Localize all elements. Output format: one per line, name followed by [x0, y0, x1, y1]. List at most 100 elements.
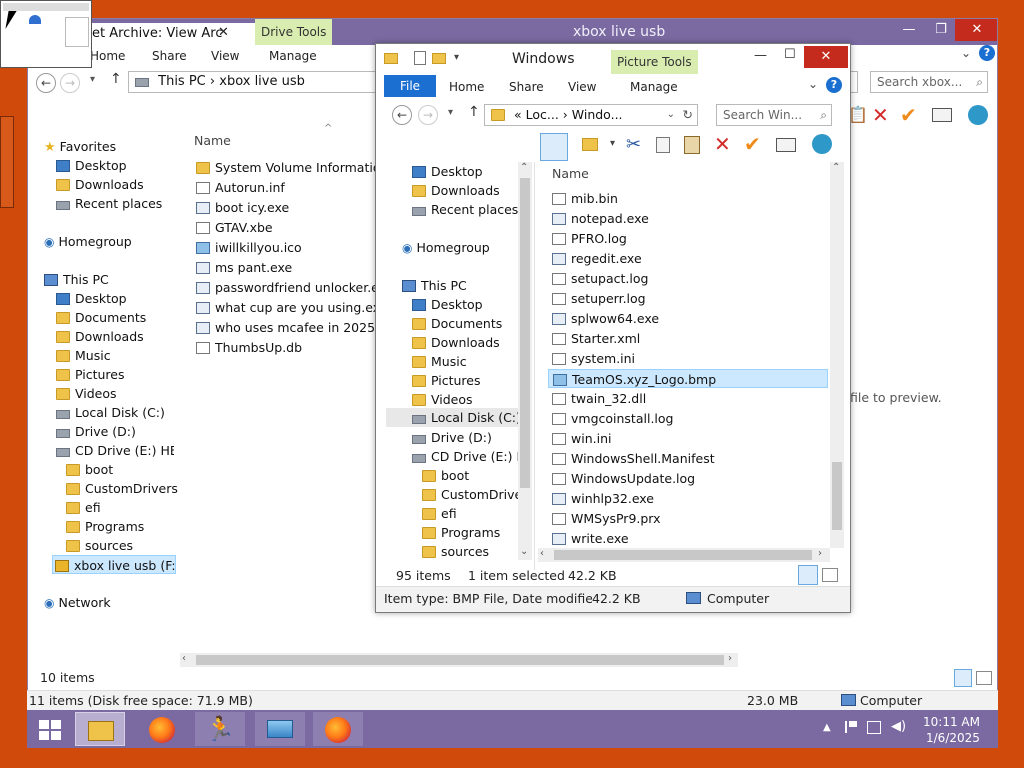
scroll-thumb[interactable] — [832, 462, 842, 530]
ribbon-tab-view[interactable]: View — [211, 45, 239, 67]
taskbar-thumbnail-preview[interactable] — [0, 0, 92, 68]
nav-pc-documents[interactable]: Documents — [412, 314, 502, 333]
list-item[interactable]: what cup are you using.exe — [196, 298, 382, 317]
cut-icon[interactable]: ✂ — [626, 134, 641, 155]
nav-pc-pictures[interactable]: Pictures — [412, 371, 481, 390]
nav-pc-desktop[interactable]: Desktop — [56, 289, 127, 308]
nav-homegroup[interactable]: ◉ Homegroup — [44, 232, 132, 251]
minimize-button[interactable]: — — [754, 48, 767, 63]
nav-cd-boot[interactable]: boot — [66, 460, 113, 479]
horizontal-scrollbar[interactable]: ‹ › — [180, 653, 738, 667]
nav-cd-boot[interactable]: boot — [422, 466, 469, 485]
list-item[interactable]: ThumbsUp.db — [196, 338, 382, 357]
forward-button[interactable]: → — [60, 73, 80, 93]
scroll-right-icon[interactable]: › — [728, 653, 732, 664]
copy-icon[interactable] — [656, 137, 670, 153]
list-item[interactable]: Starter.xml — [548, 329, 832, 348]
breadcrumb-local[interactable]: « Loc... — [514, 107, 559, 122]
nav-cd-sources[interactable]: sources — [422, 542, 489, 561]
taskbar-firefox-2[interactable] — [313, 712, 363, 746]
minimize-button[interactable]: — — [893, 19, 925, 41]
nav-cd-customdrivers[interactable]: CustomDrivers — [66, 479, 178, 498]
qat-newfolder-icon[interactable] — [432, 53, 446, 64]
list-item[interactable]: mib.bin — [548, 189, 832, 208]
back-button[interactable]: ← — [36, 73, 56, 93]
clock-date[interactable]: 1/6/2025 — [926, 731, 980, 745]
nav-cd-programs[interactable]: Programs — [66, 517, 144, 536]
file-vertical-scrollbar[interactable]: ⌃ — [830, 162, 844, 548]
picture-tools-label[interactable]: Picture Tools — [611, 50, 698, 74]
nav-pc-videos[interactable]: Videos — [412, 390, 473, 409]
delete-icon[interactable]: ✕ — [714, 132, 731, 156]
drive-tools-label[interactable]: Drive Tools — [255, 19, 333, 45]
maximize-button[interactable]: ☐ — [784, 47, 796, 62]
scroll-left-icon[interactable]: ‹ — [182, 653, 186, 664]
up-button[interactable]: ↑ — [110, 71, 122, 87]
nav-pc-documents[interactable]: Documents — [56, 308, 146, 327]
list-item[interactable]: win.ini — [548, 429, 832, 448]
taskbar-aim[interactable]: 🏃 — [195, 712, 245, 746]
scroll-thumb[interactable] — [196, 655, 724, 665]
ribbon-tab-home[interactable]: Home — [449, 76, 484, 98]
nav-pc-local-disk[interactable]: Local Disk (C:) — [386, 408, 521, 427]
nav-this-pc[interactable]: This PC — [44, 270, 109, 289]
clock-time[interactable]: 10:11 AM — [923, 715, 980, 729]
navigation-pane-icon[interactable] — [540, 133, 568, 161]
address-bar[interactable]: « Loc... › Windo... ⌄ ↻ — [484, 104, 698, 126]
list-item[interactable]: setuperr.log — [548, 289, 832, 308]
ribbon-tab-share[interactable]: Share — [509, 76, 544, 98]
check-icon[interactable]: ✔ — [744, 132, 761, 156]
list-item[interactable]: boot icy.exe — [196, 198, 382, 217]
check-icon[interactable]: ✔ — [900, 103, 917, 127]
scroll-thumb[interactable] — [520, 178, 530, 488]
rename-icon[interactable] — [932, 108, 952, 122]
nav-fav-recent[interactable]: Recent places — [56, 194, 162, 213]
list-item[interactable]: Autorun.inf — [196, 178, 382, 197]
nav-pc-desktop[interactable]: Desktop — [412, 295, 483, 314]
list-item[interactable]: ms pant.exe — [196, 258, 382, 277]
recent-dropdown-icon[interactable]: ▾ — [448, 107, 453, 118]
nav-cd-customdrive[interactable]: CustomDrive — [422, 485, 518, 504]
nav-pc-downloads[interactable]: Downloads — [56, 327, 144, 346]
back-button[interactable]: ← — [392, 105, 412, 125]
list-item[interactable]: write.exe — [548, 529, 832, 548]
ribbon-tab-share[interactable]: Share — [152, 45, 187, 67]
qat-dropdown-icon[interactable]: ▾ — [454, 52, 459, 63]
file-horizontal-scrollbar[interactable]: ‹ › — [538, 548, 830, 562]
list-item[interactable]: System Volume Information — [196, 158, 382, 177]
nav-pc-cd-drive[interactable]: CD Drive (E:) HBC — [56, 441, 174, 460]
nav-cd-efi[interactable]: efi — [422, 504, 457, 523]
list-item[interactable]: PFRO.log — [548, 229, 832, 248]
ribbon-expand-icon[interactable]: ⌄ — [961, 46, 971, 60]
large-icons-view-icon[interactable] — [976, 671, 992, 685]
scroll-down-icon[interactable]: ⌄ — [520, 546, 528, 557]
ribbon-tab-view[interactable]: View — [568, 76, 596, 98]
globe-icon[interactable] — [812, 134, 832, 154]
action-center-icon[interactable] — [845, 721, 857, 733]
nav-pc-downloads[interactable]: Downloads — [412, 333, 500, 352]
breadcrumb-windows[interactable]: Windo... — [572, 107, 623, 122]
list-item[interactable]: WindowsUpdate.log — [548, 469, 832, 488]
list-item[interactable]: passwordfriend unlocker.exe — [196, 278, 382, 297]
list-item[interactable]: setupact.log — [548, 269, 832, 288]
column-header-name[interactable]: Name — [194, 133, 231, 148]
nav-pc-music[interactable]: Music — [412, 352, 467, 371]
nav-cd-programs[interactable]: Programs — [422, 523, 500, 542]
details-view-icon[interactable] — [954, 669, 972, 687]
nav-pc-drive-d[interactable]: Drive (D:) — [56, 422, 136, 441]
recent-dropdown-icon[interactable]: ▾ — [90, 74, 95, 85]
titlebar[interactable]: et Archive: View Arc ✕ Drive Tools xbox … — [28, 19, 997, 45]
taskbar-image-viewer[interactable] — [255, 712, 305, 746]
nav-fav-desktop[interactable]: Desktop — [56, 156, 127, 175]
help-icon[interactable]: ? — [979, 45, 995, 61]
nav-fav-recent[interactable]: Recent places — [412, 200, 518, 219]
forward-button[interactable]: → — [418, 105, 438, 125]
breadcrumb-this-pc[interactable]: This PC — [158, 74, 206, 89]
nav-fav-desktop[interactable]: Desktop — [412, 162, 483, 181]
list-item[interactable]: splwow64.exe — [548, 309, 832, 328]
network-tray-icon[interactable] — [867, 721, 881, 734]
list-item[interactable]: notepad.exe — [548, 209, 832, 228]
close-button[interactable]: ✕ — [804, 46, 848, 68]
nav-pane-splitter[interactable] — [534, 162, 535, 570]
ribbon-expand-icon[interactable]: ⌄ — [808, 77, 818, 91]
